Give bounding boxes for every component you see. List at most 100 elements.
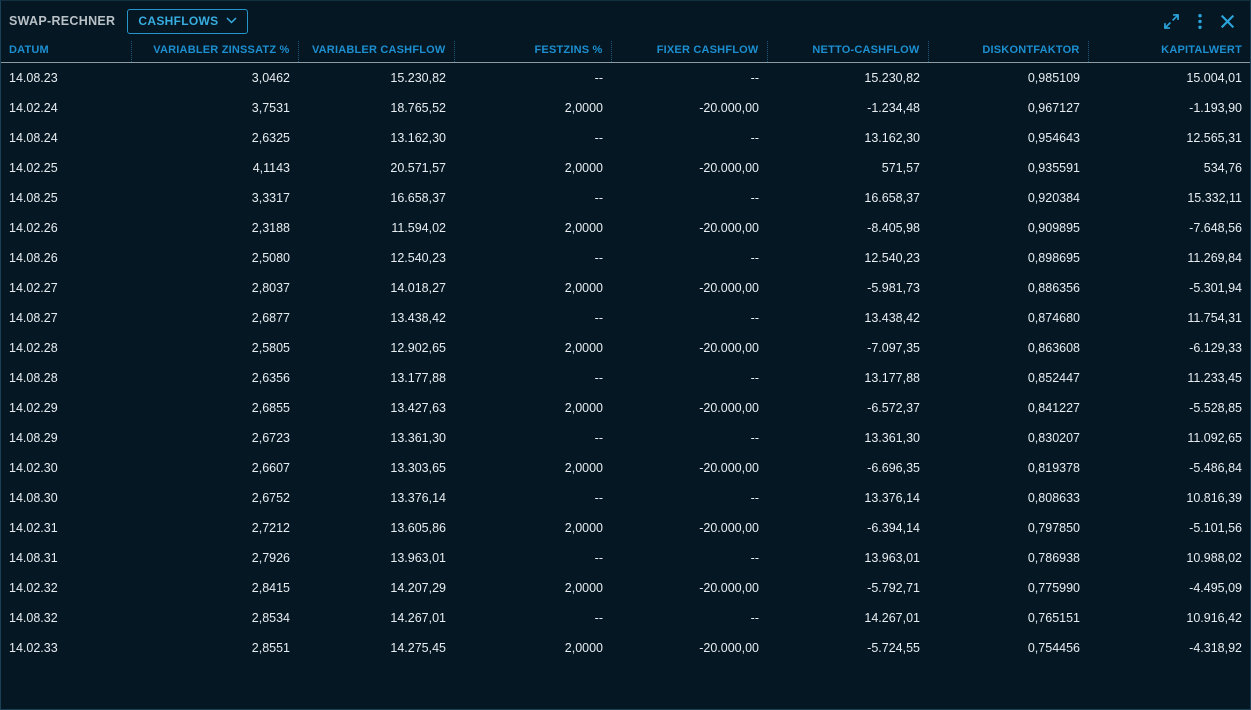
menu-button[interactable] <box>1197 12 1203 31</box>
table-cell: -- <box>611 483 767 513</box>
table-cell: 2,6855 <box>131 393 298 423</box>
table-row[interactable]: 14.08.312,792613.963,01----13.963,010,78… <box>1 543 1250 573</box>
table-cell: 2,6877 <box>131 303 298 333</box>
expand-button[interactable] <box>1162 12 1181 31</box>
table-cell: -20.000,00 <box>611 93 767 123</box>
table-cell: -5.101,56 <box>1088 513 1250 543</box>
table-cell: 14.08.32 <box>1 603 131 633</box>
table-cell: 14.02.27 <box>1 273 131 303</box>
table-cell: 11.233,45 <box>1088 363 1250 393</box>
table-header-row: DATUMVARIABLER ZINSSATZ %VARIABLER CASHF… <box>1 41 1250 63</box>
table-cell: 10.816,39 <box>1088 483 1250 513</box>
table-cell: 15.004,01 <box>1088 63 1250 94</box>
table-cell: 13.963,01 <box>767 543 928 573</box>
column-header[interactable]: VARIABLER CASHFLOW <box>298 41 454 63</box>
table-cell: 13.303,65 <box>298 453 454 483</box>
table-row[interactable]: 14.02.282,580512.902,652,0000-20.000,00-… <box>1 333 1250 363</box>
table-cell: -5.981,73 <box>767 273 928 303</box>
table-cell: 12.540,23 <box>767 243 928 273</box>
table-cell: 14.02.30 <box>1 453 131 483</box>
table-cell: 0,830207 <box>928 423 1088 453</box>
table-cell: 13.177,88 <box>767 363 928 393</box>
table-cell: 13.438,42 <box>298 303 454 333</box>
table-cell: -20.000,00 <box>611 213 767 243</box>
table-row[interactable]: 14.02.312,721213.605,862,0000-20.000,00-… <box>1 513 1250 543</box>
table-cell: 2,5805 <box>131 333 298 363</box>
table-cell: 0,797850 <box>928 513 1088 543</box>
table-row[interactable]: 14.08.322,853414.267,01----14.267,010,76… <box>1 603 1250 633</box>
close-button[interactable] <box>1219 13 1236 30</box>
table-row[interactable]: 14.02.272,803714.018,272,0000-20.000,00-… <box>1 273 1250 303</box>
table-row[interactable]: 14.02.254,114320.571,572,0000-20.000,005… <box>1 153 1250 183</box>
table-row[interactable]: 14.02.243,753118.765,522,0000-20.000,00-… <box>1 93 1250 123</box>
table-cell: -- <box>454 63 611 94</box>
table-cell: -7.648,56 <box>1088 213 1250 243</box>
view-dropdown-label: CASHFLOWS <box>138 14 218 28</box>
table-row[interactable]: 14.08.302,675213.376,14----13.376,140,80… <box>1 483 1250 513</box>
table-cell: 3,7531 <box>131 93 298 123</box>
table-cell: 13.361,30 <box>298 423 454 453</box>
column-header[interactable]: FESTZINS % <box>454 41 611 63</box>
table-row[interactable]: 14.08.292,672313.361,30----13.361,300,83… <box>1 423 1250 453</box>
table-row[interactable]: 14.08.272,687713.438,42----13.438,420,87… <box>1 303 1250 333</box>
table-cell: 15.230,82 <box>298 63 454 94</box>
table-row[interactable]: 14.02.262,318811.594,022,0000-20.000,00-… <box>1 213 1250 243</box>
table-cell: -- <box>454 183 611 213</box>
table-cell: 571,57 <box>767 153 928 183</box>
table-cell: 11.092,65 <box>1088 423 1250 453</box>
table-cell: 0,909895 <box>928 213 1088 243</box>
table-row[interactable]: 14.02.322,841514.207,292,0000-20.000,00-… <box>1 573 1250 603</box>
table-row[interactable]: 14.02.292,685513.427,632,0000-20.000,00-… <box>1 393 1250 423</box>
table-cell: 2,5080 <box>131 243 298 273</box>
table-cell: 2,0000 <box>454 453 611 483</box>
table-row[interactable]: 14.02.302,660713.303,652,0000-20.000,00-… <box>1 453 1250 483</box>
view-dropdown[interactable]: CASHFLOWS <box>127 9 248 34</box>
table-cell: 15.332,11 <box>1088 183 1250 213</box>
table-cell: 14.08.25 <box>1 183 131 213</box>
table-cell: 14.02.29 <box>1 393 131 423</box>
table-cell: 16.658,37 <box>298 183 454 213</box>
column-header[interactable]: NETTO-CASHFLOW <box>767 41 928 63</box>
column-header[interactable]: FIXER CASHFLOW <box>611 41 767 63</box>
column-header[interactable]: KAPITALWERT <box>1088 41 1250 63</box>
table-cell: -20.000,00 <box>611 573 767 603</box>
table-cell: 13.361,30 <box>767 423 928 453</box>
table-cell: 14.02.26 <box>1 213 131 243</box>
column-header[interactable]: DATUM <box>1 41 131 63</box>
table-cell: 18.765,52 <box>298 93 454 123</box>
table-row[interactable]: 14.08.262,508012.540,23----12.540,230,89… <box>1 243 1250 273</box>
table-cell: -- <box>454 423 611 453</box>
table-cell: 2,6752 <box>131 483 298 513</box>
table-cell: -- <box>611 183 767 213</box>
table-cell: -20.000,00 <box>611 153 767 183</box>
table-row[interactable]: 14.08.233,046215.230,82----15.230,820,98… <box>1 63 1250 94</box>
table-cell: -- <box>454 603 611 633</box>
table-cell: 11.594,02 <box>298 213 454 243</box>
table-cell: -- <box>454 543 611 573</box>
table-row[interactable]: 14.08.282,635613.177,88----13.177,880,85… <box>1 363 1250 393</box>
table-cell: -6.696,35 <box>767 453 928 483</box>
table-row[interactable]: 14.08.253,331716.658,37----16.658,370,92… <box>1 183 1250 213</box>
expand-icon <box>1162 12 1181 31</box>
table-cell: 13.376,14 <box>298 483 454 513</box>
table-cell: 13.963,01 <box>298 543 454 573</box>
table-cell: 12.540,23 <box>298 243 454 273</box>
table-row[interactable]: 14.02.332,855114.275,452,0000-20.000,00-… <box>1 633 1250 663</box>
table-cell: 13.177,88 <box>298 363 454 393</box>
table-cell: 13.427,63 <box>298 393 454 423</box>
table-cell: 11.754,31 <box>1088 303 1250 333</box>
table-cell: 14.08.24 <box>1 123 131 153</box>
table-cell: -- <box>611 123 767 153</box>
table-cell: 14.08.23 <box>1 63 131 94</box>
table-cell: 14.08.28 <box>1 363 131 393</box>
table-row[interactable]: 14.08.242,632513.162,30----13.162,300,95… <box>1 123 1250 153</box>
column-header[interactable]: VARIABLER ZINSSATZ % <box>131 41 298 63</box>
table-cell: 13.438,42 <box>767 303 928 333</box>
table-cell: 4,1143 <box>131 153 298 183</box>
column-header[interactable]: DISKONTFAKTOR <box>928 41 1088 63</box>
table-cell: 14.02.31 <box>1 513 131 543</box>
table-cell: 0,786938 <box>928 543 1088 573</box>
table-cell: 0,808633 <box>928 483 1088 513</box>
table-cell: 13.162,30 <box>767 123 928 153</box>
table-cell: 2,0000 <box>454 633 611 663</box>
